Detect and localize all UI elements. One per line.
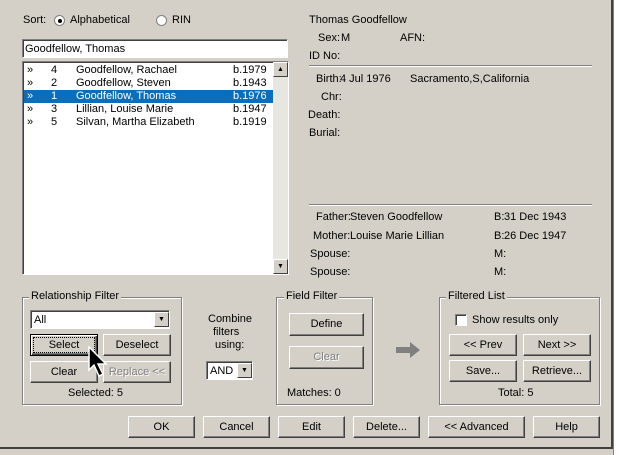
name-search-input[interactable] bbox=[22, 39, 288, 58]
birth-place: Sacramento,S,California bbox=[410, 73, 530, 85]
list-item-rin: 4 bbox=[51, 64, 58, 76]
marriage-label: M: bbox=[494, 248, 507, 260]
details-separator bbox=[309, 204, 592, 206]
list-item-name: Lillian, Louise Marie bbox=[76, 103, 174, 115]
list-item-rin: 1 bbox=[51, 90, 58, 102]
list-item[interactable]: » 2 Goodfellow, Steven b.1943 bbox=[24, 77, 274, 90]
list-item-name: Silvan, Martha Elizabeth bbox=[76, 116, 195, 128]
list-item-birth: b.1979 bbox=[233, 64, 267, 76]
help-button[interactable]: Help bbox=[533, 416, 600, 438]
next-button[interactable]: Next >> bbox=[523, 334, 591, 356]
list-item[interactable]: » 4 Goodfellow, Rachael b.1979 bbox=[24, 64, 274, 77]
marriage-label: M: bbox=[494, 266, 507, 278]
field-filter-title: Field Filter bbox=[284, 290, 340, 302]
combine-dropdown[interactable]: AND ▼ bbox=[206, 361, 253, 380]
combine-label: filters bbox=[213, 326, 240, 338]
list-item[interactable]: » 3 Lillian, Louise Marie b.1947 bbox=[24, 103, 274, 116]
father-label: Father: bbox=[316, 211, 351, 223]
mother-label: Mother: bbox=[313, 230, 351, 242]
search-dialog: Sort: Alphabetical RIN » 4 Goodfellow, Rac… bbox=[0, 0, 613, 449]
prev-button[interactable]: << Prev bbox=[449, 334, 517, 356]
mother-birth-label: B: bbox=[494, 230, 505, 242]
death-label: Death: bbox=[308, 109, 341, 121]
mother-value: Louise Marie Lillian bbox=[350, 230, 445, 242]
list-item[interactable]: » 1 Goodfellow, Thomas b.1976 bbox=[24, 90, 274, 103]
relationship-dropdown-value: All bbox=[34, 314, 47, 326]
combine-dropdown-value: AND bbox=[210, 365, 234, 377]
afn-label: AFN: bbox=[400, 32, 426, 44]
combine-label: Combine bbox=[208, 313, 253, 325]
save-button[interactable]: Save... bbox=[449, 360, 517, 382]
list-item-rin: 3 bbox=[51, 103, 58, 115]
arrow-right-icon bbox=[396, 342, 420, 358]
field-clear-button[interactable]: Clear bbox=[289, 346, 364, 369]
christening-label: Chr: bbox=[321, 91, 342, 103]
background-window-edge bbox=[613, 0, 621, 455]
scroll-up-button[interactable]: ▲ bbox=[273, 62, 288, 77]
list-item-marker: » bbox=[27, 116, 34, 128]
filtered-list-title: Filtered List bbox=[446, 290, 507, 302]
relationship-dropdown[interactable]: All ▼ bbox=[30, 310, 170, 329]
ok-button[interactable]: OK bbox=[128, 416, 195, 438]
list-item-marker: » bbox=[27, 64, 34, 76]
list-item-name: Goodfellow, Steven bbox=[76, 77, 171, 89]
show-results-checkbox[interactable] bbox=[455, 314, 467, 326]
combine-label: using: bbox=[215, 339, 245, 351]
father-value: Steven Goodfellow bbox=[350, 211, 443, 223]
list-item-birth: b.1947 bbox=[233, 103, 267, 115]
sex-value: M bbox=[341, 32, 351, 44]
sort-alphabetical-label[interactable]: Alphabetical bbox=[70, 14, 130, 26]
show-results-label[interactable]: Show results only bbox=[472, 314, 558, 326]
selected-count: Selected: 5 bbox=[68, 387, 124, 399]
list-item-name: Goodfellow, Thomas bbox=[76, 90, 177, 102]
list-scrollbar[interactable]: ▲ ▼ bbox=[273, 62, 288, 274]
burial-label: Burial: bbox=[309, 127, 341, 139]
sex-label: Sex: bbox=[318, 32, 341, 44]
id-label: ID No: bbox=[309, 50, 341, 62]
sort-rin-label[interactable]: RIN bbox=[172, 14, 191, 26]
list-item-name: Goodfellow, Rachael bbox=[76, 64, 177, 76]
spouse-label: Spouse: bbox=[310, 266, 351, 278]
chevron-down-icon[interactable]: ▼ bbox=[237, 363, 252, 378]
list-item[interactable]: » 5 Silvan, Martha Elizabeth b.1919 bbox=[24, 116, 274, 129]
list-item-birth: b.1943 bbox=[233, 77, 267, 89]
list-item-marker: » bbox=[27, 103, 34, 115]
mouse-cursor-icon bbox=[88, 346, 108, 378]
list-item-marker: » bbox=[27, 90, 34, 102]
delete-button[interactable]: Delete... bbox=[353, 416, 420, 438]
replace-button[interactable]: Replace << bbox=[103, 361, 171, 383]
list-item-birth: b.1919 bbox=[233, 116, 267, 128]
sort-label: Sort: bbox=[23, 14, 47, 26]
list-item-marker: » bbox=[27, 77, 34, 89]
sort-rin-radio[interactable] bbox=[156, 15, 167, 26]
list-item-birth: b.1976 bbox=[233, 90, 267, 102]
list-item-rin: 5 bbox=[51, 116, 58, 128]
matches-count: Matches: 0 bbox=[287, 387, 341, 399]
chevron-down-icon[interactable]: ▼ bbox=[154, 312, 169, 327]
deselect-button[interactable]: Deselect bbox=[103, 334, 171, 356]
sort-alphabetical-radio[interactable] bbox=[54, 15, 65, 26]
list-item-rin: 2 bbox=[51, 77, 58, 89]
person-name: Thomas Goodfellow bbox=[309, 14, 407, 26]
retrieve-button[interactable]: Retrieve... bbox=[523, 360, 591, 382]
birth-label: Birth: bbox=[316, 73, 342, 85]
scroll-down-button[interactable]: ▼ bbox=[273, 259, 288, 274]
spouse-label: Spouse: bbox=[310, 248, 351, 260]
person-list[interactable]: » 4 Goodfellow, Rachael b.1979 » 2 Goodfellow,… bbox=[22, 61, 289, 275]
define-button[interactable]: Define bbox=[289, 313, 364, 336]
total-count: Total: 5 bbox=[498, 387, 534, 399]
cancel-button[interactable]: Cancel bbox=[203, 416, 270, 438]
birth-date: 4 Jul 1976 bbox=[340, 73, 391, 85]
father-birth-value: 31 Dec 1943 bbox=[504, 211, 567, 223]
details-separator bbox=[309, 65, 592, 67]
relationship-filter-title: Relationship Filter bbox=[29, 290, 122, 302]
advanced-button[interactable]: << Advanced bbox=[428, 416, 525, 438]
mother-birth-value: 26 Dec 1947 bbox=[504, 230, 567, 242]
father-birth-label: B: bbox=[494, 211, 505, 223]
edit-button[interactable]: Edit bbox=[278, 416, 345, 438]
